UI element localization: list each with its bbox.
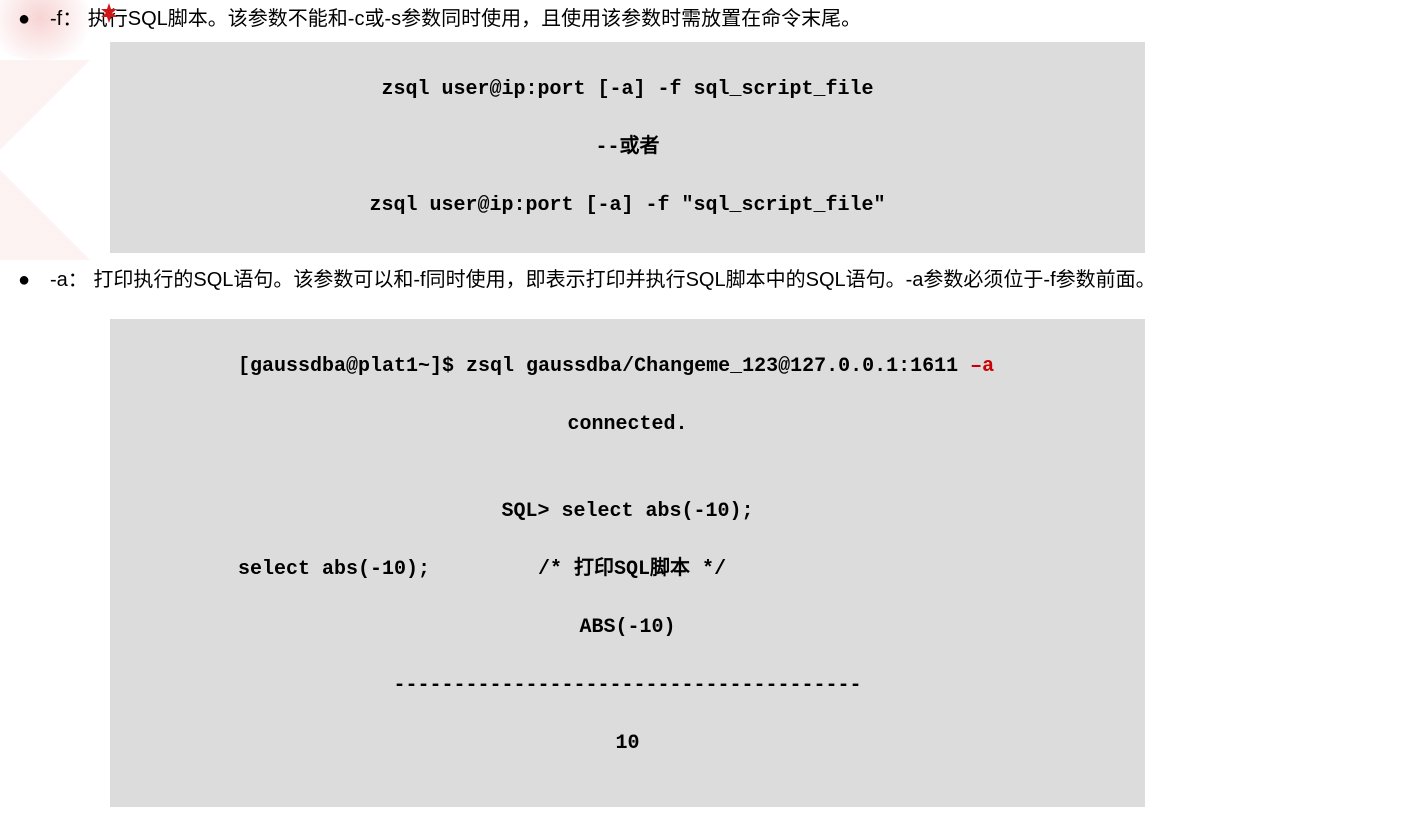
code-line: --或者: [118, 133, 1137, 162]
code-line: SQL> select abs(-10);: [118, 497, 1137, 526]
flag-a: –a: [970, 355, 994, 378]
param-desc: 执行SQL脚本。该参数不能和-c或-s参数同时使用，且使用该参数时需放置在命令末…: [88, 8, 861, 30]
code-line: select abs(-10); /* 打印SQL脚本 */: [118, 555, 1137, 584]
param-term: -a：: [50, 269, 88, 291]
code-line: connected.: [118, 410, 1137, 439]
param-desc: 打印执行的SQL语句。该参数可以和-f同时使用，即表示打印并执行SQL脚本中的S…: [93, 269, 1155, 291]
code-block-a: [gaussdba@plat1~]$ zsql gaussdba/Changem…: [110, 319, 1145, 807]
code-line: zsql user@ip:port [-a] -f "sql_script_fi…: [118, 191, 1137, 220]
list-item-f: -f： 执行SQL脚本。该参数不能和-c或-s参数同时使用，且使用该参数时需放置…: [10, 2, 1402, 253]
code-line: zsql user@ip:port [-a] -f sql_script_fil…: [118, 75, 1137, 104]
code-block-f: zsql user@ip:port [-a] -f sql_script_fil…: [110, 42, 1145, 253]
list-item-a: -a： 打印执行的SQL语句。该参数可以和-f同时使用，即表示打印并执行SQL脚…: [10, 263, 1402, 807]
code-text: select abs(-10);: [238, 558, 430, 581]
code-text: [gaussdba@plat1~]$ zsql gaussdba/Changem…: [238, 355, 970, 378]
code-line: 10: [118, 729, 1137, 758]
param-term: -f：: [50, 8, 82, 30]
code-comment: /* 打印SQL脚本 */: [430, 558, 726, 581]
code-line: ---------------------------------------: [118, 671, 1137, 700]
cursor-plus-icon: [98, 2, 120, 24]
code-line: ABS(-10): [118, 613, 1137, 642]
code-line: [gaussdba@plat1~]$ zsql gaussdba/Changem…: [118, 352, 1137, 381]
